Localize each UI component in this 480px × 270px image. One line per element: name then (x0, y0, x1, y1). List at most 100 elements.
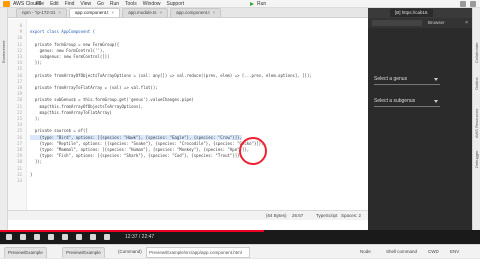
tab-app-component-ts[interactable]: app.component.t × (69, 8, 121, 17)
skip-forward-icon[interactable] (34, 234, 40, 240)
sidebar-tab-environment[interactable]: Environment (1, 41, 6, 63)
line-number: 26 (17, 134, 22, 140)
line-number: 27 (17, 140, 22, 146)
pause-icon[interactable] (6, 234, 12, 240)
sidebar-tab-debugger[interactable]: Debugger (474, 150, 479, 168)
code-line: {type: "Reptile", options: [{species: "S… (30, 140, 264, 146)
menu-item-edit[interactable]: Edit (50, 0, 59, 8)
code-line: subgenus: new FormControl([]) (30, 54, 110, 59)
terminal-tab-row: Preview/Example Preview/Example (Command… (0, 244, 480, 259)
menu-item-window[interactable]: Window (143, 0, 161, 8)
menu-item-file[interactable]: File (36, 0, 44, 8)
line-number: 16 (17, 72, 22, 78)
tab-app-component-html[interactable]: app.component.t × (170, 8, 222, 17)
subgenus-select[interactable]: Select a subgenus (374, 96, 440, 107)
line-number: 22 (17, 109, 22, 115)
menu-item-find[interactable]: Find (65, 0, 75, 8)
selection-size: (64 Bytes) (266, 213, 287, 218)
code-line: private source$ = of([ (30, 128, 88, 134)
shell-command[interactable]: Shell command (386, 245, 417, 259)
language-mode[interactable]: TypeScript (316, 211, 337, 221)
preview-address-bar[interactable] (372, 20, 422, 26)
line-number: 19 (17, 91, 22, 97)
menu-item-tools[interactable]: Tools (125, 0, 137, 8)
code-line: export class AppComponent { (30, 29, 96, 35)
runner-node[interactable]: Node (360, 245, 371, 259)
next-icon[interactable] (90, 234, 96, 240)
line-number: 31 (17, 165, 22, 171)
captions-icon[interactable] (76, 234, 82, 240)
chevron-down-icon (434, 100, 438, 103)
playback-time: 12:37 / 22:47 (125, 234, 155, 240)
close-icon[interactable]: × (58, 10, 61, 15)
line-number: 9 (19, 29, 22, 35)
cwd-button[interactable]: CWD (428, 245, 439, 259)
line-number: 8 (19, 23, 22, 28)
share-icon[interactable] (460, 1, 466, 7)
code-line: private subGenus$ = this.formGroup.get('… (30, 97, 194, 103)
sidebar-tab-aws-resources[interactable]: AWS Resources (474, 109, 479, 138)
line-number: 20 (17, 97, 22, 103)
code-line: } (30, 171, 33, 177)
fullscreen-icon[interactable] (104, 234, 110, 240)
tab-npm-terminal[interactable]: npm - "ip-172-31 × (16, 8, 68, 17)
aws-cloud9-logo-icon (3, 1, 10, 7)
subgenus-select-label: Select a subgenus (374, 98, 416, 104)
menu-item-go[interactable]: Go (97, 0, 104, 8)
genus-select[interactable]: Select a genus (374, 74, 440, 85)
tab-browser-preview[interactable]: [B] https://cab16 (390, 9, 433, 17)
close-icon[interactable]: × (159, 10, 162, 15)
menu-bar: AWS Cloud9 File Edit Find View Go Run To… (0, 0, 480, 8)
line-number: 33 (17, 178, 22, 183)
indent-setting[interactable]: Spaces: 2 (341, 211, 361, 221)
preview-panel: [B] https://cab16 Browser × Select a gen… (368, 8, 472, 230)
preview-tab-bar: [B] https://cab16 (368, 8, 472, 18)
code-line: private fromArrayOfObjectsToArrayOptions… (30, 72, 312, 78)
line-number: 14 (17, 60, 22, 66)
line-number: 32 (17, 171, 22, 177)
line-number: 17 (17, 78, 22, 84)
line-number: 23 (17, 116, 22, 121)
right-sidebar: Collaborate Outline AWS Resources Debugg… (472, 8, 480, 230)
line-number: 15 (17, 66, 22, 72)
run-label: Run (257, 1, 267, 7)
skip-back-icon[interactable] (20, 234, 26, 240)
menu-item-support[interactable]: Support (167, 0, 185, 8)
gear-icon[interactable] (470, 1, 476, 7)
code-line: map(this.fromArrayToFlatArray) (30, 109, 112, 115)
code-line: genus: new FormControl(''), (30, 47, 105, 53)
line-number: 29 (17, 153, 22, 159)
close-icon[interactable]: × (213, 10, 216, 15)
preview-toolbar: Browser × (368, 18, 472, 28)
sidebar-tab-outline[interactable]: Outline (474, 77, 479, 90)
line-number: 18 (17, 85, 22, 90)
sidebar-tab-collaborate[interactable]: Collaborate (474, 43, 479, 63)
tab-label: app.module.ts (128, 10, 157, 15)
line-number: 25 (17, 128, 22, 134)
top-right-icons (460, 1, 476, 7)
tab-app-module-ts[interactable]: app.module.ts × (122, 8, 169, 17)
tab-label: npm - "ip-172-31 (22, 10, 56, 15)
close-icon[interactable]: × (112, 10, 115, 15)
volume-icon[interactable] (48, 234, 54, 240)
menu-item-view[interactable]: View (80, 0, 91, 8)
env-button[interactable]: ENV (450, 245, 459, 259)
line-number: 10 (17, 35, 22, 41)
taskbar (0, 258, 480, 270)
code-line: private fromArrayToFlatArray = (val) => … (30, 85, 158, 90)
code-line: {type: "Fish", options: [{species: "Shar… (30, 153, 240, 159)
cursor-highlight-circle (239, 137, 267, 165)
code-line: private formGroup = new FormGroup({ (30, 41, 120, 47)
command-input[interactable]: Preview/Example/src/app/app.component.ht… (146, 247, 250, 258)
line-number: 28 (17, 147, 22, 152)
line-number: 11 (17, 41, 22, 47)
menu-item-run[interactable]: Run (110, 0, 119, 8)
close-icon[interactable]: × (465, 18, 468, 28)
run-button[interactable]: Run (250, 0, 266, 8)
tab-label: app.component.t (176, 10, 210, 15)
settings-icon[interactable] (62, 234, 68, 240)
code-editor[interactable]: 8 9 10 11 12 13 14 15 16 17 18 19 20 21 22 23 24 25 26 27 28… (8, 19, 368, 210)
browser-label[interactable]: Browser (428, 18, 445, 28)
line-number: 21 (17, 103, 22, 109)
video-player-bar: 12:37 / 22:47 (0, 230, 480, 244)
